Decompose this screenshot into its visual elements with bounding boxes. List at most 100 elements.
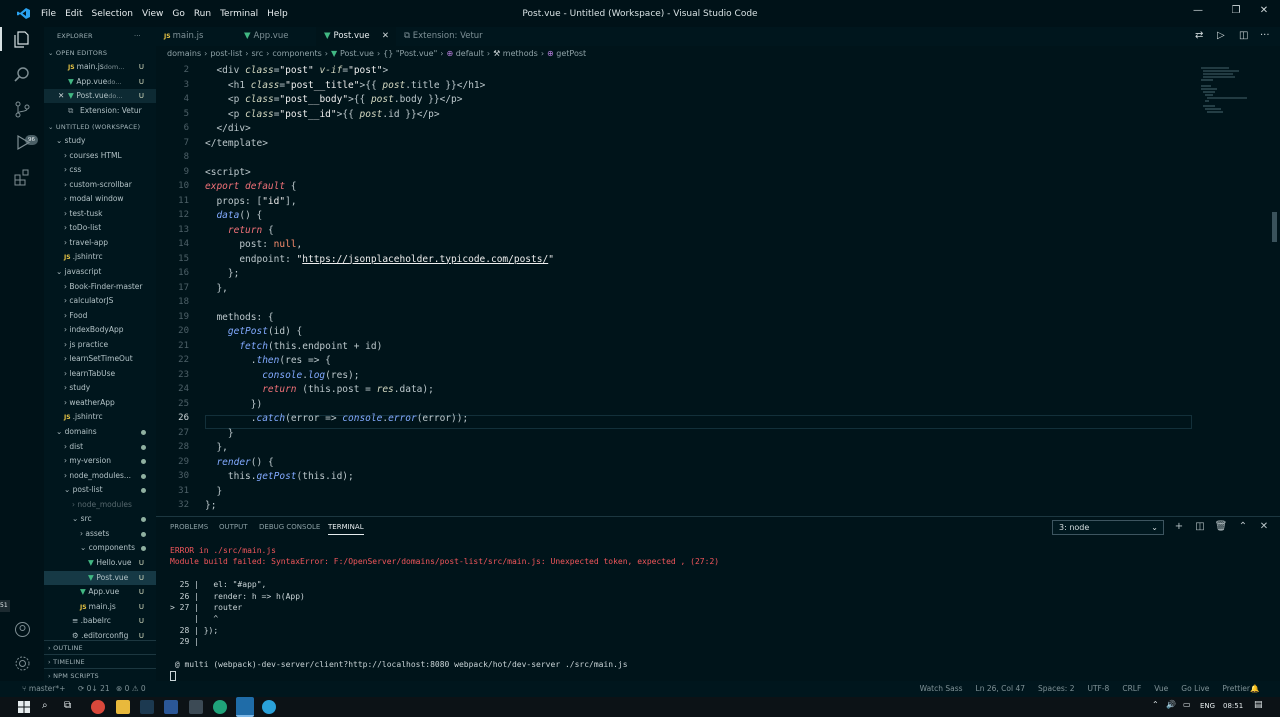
code-line[interactable]: return { <box>205 225 274 236</box>
code-line[interactable]: }) <box>205 399 262 410</box>
close-icon[interactable]: ✕ <box>58 89 64 103</box>
code-line[interactable]: }; <box>205 500 216 511</box>
tree-item[interactable]: › learnSetTimeOut <box>44 352 156 366</box>
breadcrumb-item[interactable]: {} "Post.vue" <box>383 49 437 58</box>
minimize-button[interactable]: — <box>1188 5 1208 21</box>
branch-indicator[interactable]: ⑂ master*+ <box>22 681 65 697</box>
breadcrumb-item[interactable]: components <box>272 49 321 58</box>
code-line[interactable]: } <box>205 486 222 497</box>
tree-item[interactable]: ▼ Hello.vue U <box>44 556 156 570</box>
minimap[interactable] <box>1199 66 1259 116</box>
tree-item[interactable]: › test-tusk <box>44 207 156 221</box>
code-line[interactable]: endpoint: "https://jsonplaceholder.typic… <box>205 254 554 265</box>
tree-item[interactable]: ≡ .babelrc U <box>44 614 156 628</box>
telegram-icon[interactable] <box>262 700 276 714</box>
word-icon[interactable] <box>164 700 178 714</box>
tree-item[interactable]: › learnTabUse <box>44 367 156 381</box>
editor-tab[interactable]: JS main.js <box>156 27 236 46</box>
code-line[interactable]: <script> <box>205 167 251 178</box>
open-editor-item[interactable]: ✕ ▼ Post.vuedo... U <box>44 89 156 104</box>
tree-item[interactable]: JS main.js U <box>44 600 156 614</box>
file-explorer-icon[interactable] <box>116 700 130 714</box>
editor-scrollbar[interactable] <box>1272 212 1277 242</box>
tree-item[interactable]: ▼ Post.vue U <box>44 570 156 585</box>
windows-start-icon[interactable] <box>18 701 30 713</box>
terminal-select[interactable]: 3: node ⌄ <box>1052 520 1164 535</box>
tree-item[interactable]: › assets <box>44 527 156 541</box>
tree-item[interactable]: › my-version <box>44 454 156 468</box>
breadcrumb-item[interactable]: Post.vue <box>340 49 374 58</box>
chrome-icon[interactable] <box>91 700 105 714</box>
editor-tab[interactable]: ▼ Post.vue ✕ <box>316 27 396 46</box>
code-line[interactable]: props: ["id"], <box>205 196 296 207</box>
open-editor-item[interactable]: JS main.jsdom... U <box>44 60 156 74</box>
code-line[interactable]: <p class="post__body">{{ post.body }}</p… <box>205 94 463 105</box>
timeline-section[interactable]: › TIMELINE <box>44 654 156 668</box>
status-item[interactable]: Go Live <box>1181 681 1209 697</box>
code-line[interactable]: fetch(this.endpoint + id) <box>205 341 382 352</box>
tree-item[interactable]: › indexBodyApp <box>44 323 156 337</box>
code-line[interactable]: </div> <box>205 123 250 134</box>
sync-indicator[interactable]: ⟳ 0↓ 21 <box>78 681 110 697</box>
open-editor-item[interactable]: ▼ App.vuedo... U <box>44 75 156 89</box>
editor-tab[interactable]: ▼ App.vue <box>236 27 316 46</box>
tree-item[interactable]: › toDo-list <box>44 221 156 235</box>
tree-item[interactable]: › study <box>44 381 156 395</box>
problems-indicator[interactable]: ⊗ 0 ⚠ 0 <box>116 681 146 697</box>
kill-terminal-icon[interactable]: 🗑 <box>1214 521 1228 535</box>
code-line[interactable]: return (this.post = res.data); <box>205 384 434 395</box>
status-item[interactable]: Watch Sass <box>920 681 963 697</box>
open-changes-icon[interactable]: ⇄ <box>1195 30 1203 41</box>
tree-item[interactable]: › node_modules... <box>44 469 156 483</box>
code-line[interactable]: console.log(res); <box>205 370 359 381</box>
tree-item[interactable]: › css <box>44 163 156 177</box>
tree-item[interactable]: ⌄ domains <box>44 425 156 439</box>
tree-item[interactable]: › dist <box>44 440 156 454</box>
code-line[interactable]: .catch(error => console.error(error)); <box>205 413 468 424</box>
status-item[interactable]: UTF-8 <box>1087 681 1109 697</box>
open-editors-section[interactable]: ⌄ OPEN EDITORS <box>44 46 156 60</box>
breadcrumb-item[interactable]: getPost <box>556 49 586 58</box>
status-item[interactable]: Ln 26, Col 47 <box>976 681 1025 697</box>
tree-item[interactable]: ⌄ study <box>44 134 156 148</box>
code-line[interactable]: <h1 class="post__title">{{ post.title }}… <box>205 80 485 91</box>
breadcrumb-item[interactable]: methods <box>503 49 538 58</box>
tree-item[interactable]: › courses HTML <box>44 149 156 163</box>
open-editor-item[interactable]: ⧉ Extension: Vetur <box>44 104 156 118</box>
network-icon[interactable]: ▭ <box>1183 700 1191 709</box>
app-icon[interactable] <box>189 700 203 714</box>
tab-problems[interactable]: PROBLEMS <box>170 523 208 531</box>
breadcrumb-item[interactable]: src <box>251 49 263 58</box>
status-item[interactable]: Prettier <box>1222 681 1250 697</box>
code-line[interactable]: }, <box>205 283 227 294</box>
breadcrumb-item[interactable]: default <box>456 49 484 58</box>
tab-terminal[interactable]: TERMINAL <box>328 523 364 535</box>
close-icon[interactable]: ✕ <box>382 27 389 46</box>
tree-item[interactable]: › calculatorJS <box>44 294 156 308</box>
code-line[interactable]: export default { <box>205 181 297 192</box>
more-actions-icon[interactable]: ··· <box>134 29 150 43</box>
tree-item[interactable]: ⌄ post-list <box>44 483 156 497</box>
workspace-section[interactable]: ⌄ UNTITLED (WORKSPACE) <box>44 120 156 134</box>
notifications-bell-icon[interactable]: 🔔 <box>1250 681 1259 697</box>
tree-item[interactable]: ⌄ javascript <box>44 265 156 279</box>
language-indicator[interactable]: ENG <box>1200 702 1215 710</box>
tree-item[interactable]: ▼ App.vue U <box>44 585 156 599</box>
code-line[interactable]: <div class="post" v-if="post"> <box>205 65 388 76</box>
maximize-button[interactable]: ❐ <box>1226 5 1246 21</box>
npm-scripts-section[interactable]: › NPM SCRIPTS <box>44 668 156 681</box>
code-line[interactable]: </template> <box>205 138 268 149</box>
split-editor-icon[interactable]: ◫ <box>1239 30 1248 41</box>
action-center-icon[interactable]: ▤ <box>1254 700 1263 710</box>
code-line[interactable]: render() { <box>205 457 273 468</box>
split-terminal-icon[interactable]: ◫ <box>1193 521 1207 535</box>
tree-item[interactable]: › Book-Finder-master <box>44 280 156 294</box>
tab-output[interactable]: OUTPUT <box>219 523 248 531</box>
tree-item[interactable]: › Food <box>44 309 156 323</box>
run-debug-icon[interactable] <box>14 134 31 151</box>
account-icon[interactable] <box>14 621 31 638</box>
vscode-taskbar-icon[interactable] <box>236 697 254 717</box>
code-line[interactable]: }, <box>205 442 227 453</box>
explorer-icon[interactable] <box>14 31 31 48</box>
tree-item[interactable]: › travel-app <box>44 236 156 250</box>
